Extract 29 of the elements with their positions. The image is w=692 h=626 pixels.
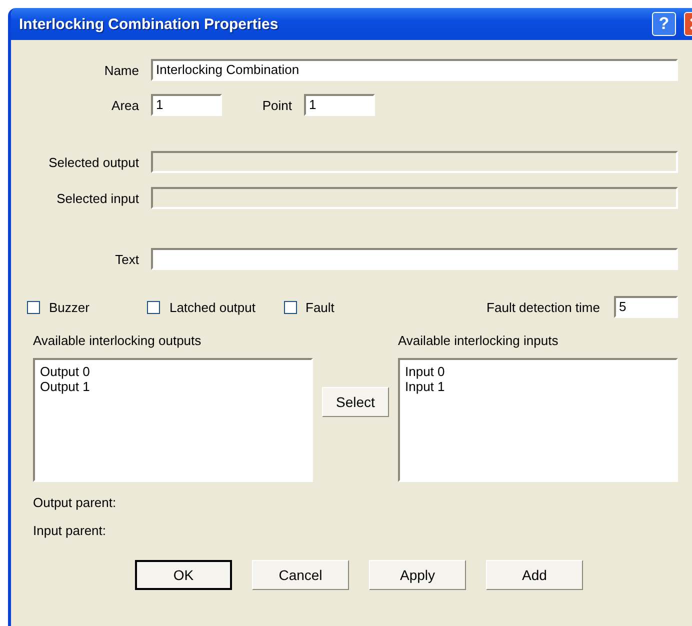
- list-item[interactable]: Output 1: [40, 379, 306, 394]
- input-parent-label: Input parent:: [33, 522, 106, 538]
- checkbox-label: Fault: [306, 300, 334, 314]
- list-label: Available interlocking outputs: [33, 333, 202, 348]
- window-title: Interlocking Combination Properties: [19, 16, 280, 32]
- checkbox-label: Latched output: [169, 300, 256, 314]
- field-label: Area: [110, 98, 140, 112]
- name-field[interactable]: Interlocking Combination: [151, 59, 678, 81]
- list-label: Available interlocking inputs: [398, 333, 560, 348]
- field-label: Selected input: [56, 190, 140, 206]
- dialog-button[interactable]: Add: [486, 560, 583, 590]
- field-label: Name: [103, 62, 140, 78]
- dialog-button[interactable]: Cancel: [252, 560, 349, 590]
- field-label: Fault detection time: [486, 300, 600, 314]
- list-item[interactable]: Input 0: [405, 364, 671, 379]
- list-item[interactable]: Output 0: [40, 364, 306, 379]
- dialog-button[interactable]: OK: [135, 560, 232, 590]
- help-button[interactable]: ?: [652, 12, 676, 36]
- point-field[interactable]: 1: [304, 94, 375, 116]
- checkbox-label: Buzzer: [49, 300, 90, 314]
- field-label: Text: [114, 252, 140, 266]
- output-parent-label: Output parent:: [33, 494, 116, 510]
- dialog-button[interactable]: Apply: [369, 560, 466, 590]
- field-label: Selected output: [48, 154, 140, 170]
- select-button[interactable]: Select: [322, 387, 389, 417]
- field-label: Point: [261, 98, 293, 112]
- area-field[interactable]: 1: [151, 94, 222, 116]
- fault-time-field[interactable]: 5: [614, 296, 678, 318]
- list-item[interactable]: Input 1: [405, 379, 671, 394]
